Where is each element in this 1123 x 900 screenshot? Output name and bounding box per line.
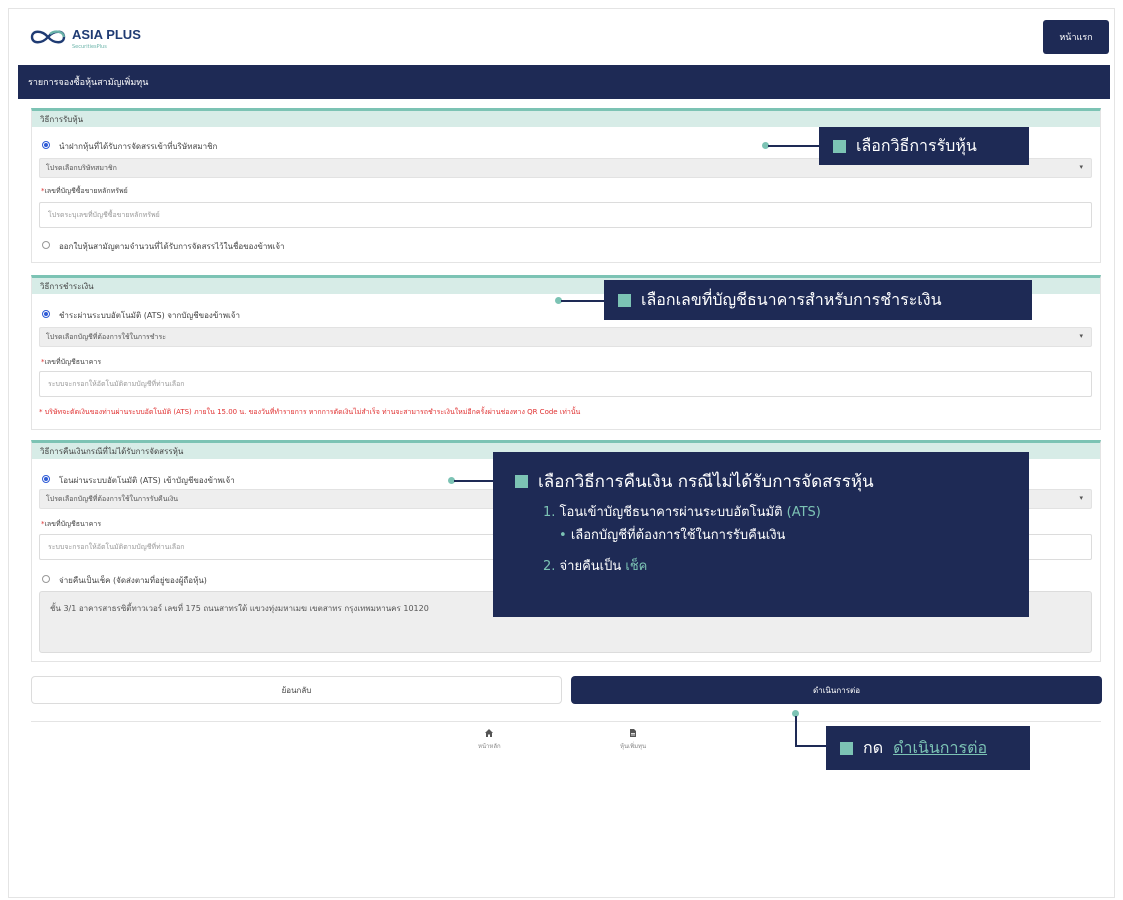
- callout-text: เลือกวิธีการรับหุ้น: [856, 135, 977, 155]
- radio-ats-refund[interactable]: [42, 475, 50, 483]
- bullet-square-icon: [515, 475, 528, 488]
- logo-text: ASIA PLUS: [72, 27, 141, 42]
- callout-text: เลือกเลขที่บัญชีธนาคารสำหรับการชำระเงิน: [641, 289, 942, 309]
- footer-nav-label: หุ้นเพิ่มทุน: [620, 743, 647, 750]
- callout-connector: [795, 745, 827, 747]
- continue-button[interactable]: ดำเนินการต่อ: [571, 676, 1102, 704]
- bank-account-input[interactable]: ระบบจะกรอกให้อัตโนมัติตามบัญชีที่ท่านเลื…: [39, 371, 1092, 397]
- input-placeholder: ระบบจะกรอกให้อัตโนมัติตามบัญชีที่ท่านเลื…: [48, 542, 185, 551]
- radio-label: นำฝากหุ้นที่ได้รับการจัดสรรเข้าที่บริษัท…: [59, 142, 218, 151]
- radio-ats-payment[interactable]: [42, 310, 50, 318]
- callout-text: กด: [863, 737, 884, 757]
- callout-link: ดำเนินการต่อ: [893, 737, 988, 757]
- radio-issue-certificate[interactable]: [42, 241, 50, 249]
- ats-warning-text: * บริษัทจะตัดเงินของท่านผ่านระบบอัตโนมัต…: [39, 408, 581, 416]
- callout-connector: [454, 480, 494, 482]
- bullet-square-icon: [840, 741, 853, 755]
- radio-label: โอนผ่านระบบอัตโนมัติ (ATS) เข้าบัญชีของข…: [59, 476, 235, 485]
- chevron-down-icon: ▾: [1079, 332, 1083, 340]
- back-button[interactable]: ย้อนกลับ: [31, 676, 562, 704]
- document-icon: [630, 729, 637, 737]
- select-value: โปรดเลือกบัญชีที่ต้องการใช้ในการชำระ: [46, 332, 167, 341]
- field-label: *เลขที่บัญชีซื้อขายหลักทรัพย์: [41, 187, 128, 195]
- callout-connector: [561, 300, 605, 302]
- field-label: *เลขที่บัญชีธนาคาร: [41, 520, 102, 528]
- input-placeholder: โปรดระบุเลขที่บัญชีซื้อขายหลักทรัพย์: [48, 210, 160, 219]
- callout-title: เลือกวิธีการคืนเงิน กรณีไม่ได้รับการจัดส…: [538, 472, 874, 492]
- footer-nav-label: หน้าหลัก: [478, 743, 501, 750]
- footer-nav-shares[interactable]: หุ้นเพิ่มทุน: [620, 728, 646, 751]
- asia-plus-logo[interactable]: ASIA PLUS SecuritiesPlus: [28, 24, 141, 50]
- radio-label: ออกใบหุ้นสามัญตามจำนวนที่ได้รับการจัดสรร…: [59, 242, 285, 251]
- page-title: รายการจองซื้อหุ้นสามัญเพิ่มทุน: [28, 78, 149, 88]
- input-placeholder: ระบบจะกรอกให้อัตโนมัติตามบัญชีที่ท่านเลื…: [48, 379, 185, 388]
- home-icon: [485, 729, 494, 737]
- callout-receive-shares: เลือกวิธีการรับหุ้น: [819, 127, 1029, 165]
- payment-account-select[interactable]: โปรดเลือกบัญชีที่ต้องการใช้ในการชำระ ▾: [39, 327, 1092, 347]
- section-title: วิธีการรับหุ้น: [32, 111, 1100, 127]
- radio-cheque-refund[interactable]: [42, 575, 50, 583]
- bullet-square-icon: [833, 139, 846, 153]
- radio-deposit-broker[interactable]: [42, 141, 50, 149]
- callout-item-1: 1. โอนเข้าบัญชีธนาคารผ่านระบบอัตโนมัติ (…: [543, 505, 821, 520]
- select-value: โปรดเลือกบริษัทสมาชิก: [46, 163, 117, 172]
- callout-continue: กด ดำเนินการต่อ: [826, 726, 1030, 770]
- page: ASIA PLUS SecuritiesPlus หน้าแรก รายการจ…: [0, 0, 1123, 900]
- select-value: โปรดเลือกบัญชีที่ต้องการใช้ในการรับคืนเง…: [46, 494, 179, 503]
- footer-nav-home[interactable]: หน้าหลัก: [478, 728, 501, 751]
- chevron-down-icon: ▾: [1079, 163, 1083, 171]
- callout-connector: [768, 145, 820, 147]
- page-title-bar: รายการจองซื้อหุ้นสามัญเพิ่มทุน: [18, 65, 1110, 99]
- securities-account-input[interactable]: โปรดระบุเลขที่บัญชีซื้อขายหลักทรัพย์: [39, 202, 1092, 228]
- callout-list: 1. โอนเข้าบัญชีธนาคารผ่านระบบอัตโนมัติ (…: [543, 501, 1007, 576]
- chevron-down-icon: ▾: [1079, 494, 1083, 502]
- callout-connector: [795, 716, 797, 746]
- footer-divider: [31, 721, 1101, 722]
- infinity-logo-icon: [30, 30, 66, 44]
- radio-label: จ่ายคืนเป็นเช็ค (จัดส่งตามที่อยู่ของผู้ถ…: [59, 576, 207, 585]
- callout-refund: เลือกวิธีการคืนเงิน กรณีไม่ได้รับการจัดส…: [493, 452, 1029, 617]
- bullet-square-icon: [618, 293, 631, 307]
- callout-payment: เลือกเลขที่บัญชีธนาคารสำหรับการชำระเงิน: [604, 280, 1032, 320]
- callout-item-2: 2. จ่ายคืนเป็น เช็ค: [543, 559, 648, 574]
- radio-label: ชำระผ่านระบบอัตโนมัติ (ATS) จากบัญชีของข…: [59, 311, 240, 320]
- home-button[interactable]: หน้าแรก: [1043, 20, 1109, 54]
- logo-subtitle: SecuritiesPlus: [72, 44, 107, 50]
- field-label: *เลขที่บัญชีธนาคาร: [41, 358, 102, 366]
- callout-item-1-sub: • เลือกบัญชีที่ต้องการใช้ในการรับคืนเงิน: [559, 528, 786, 543]
